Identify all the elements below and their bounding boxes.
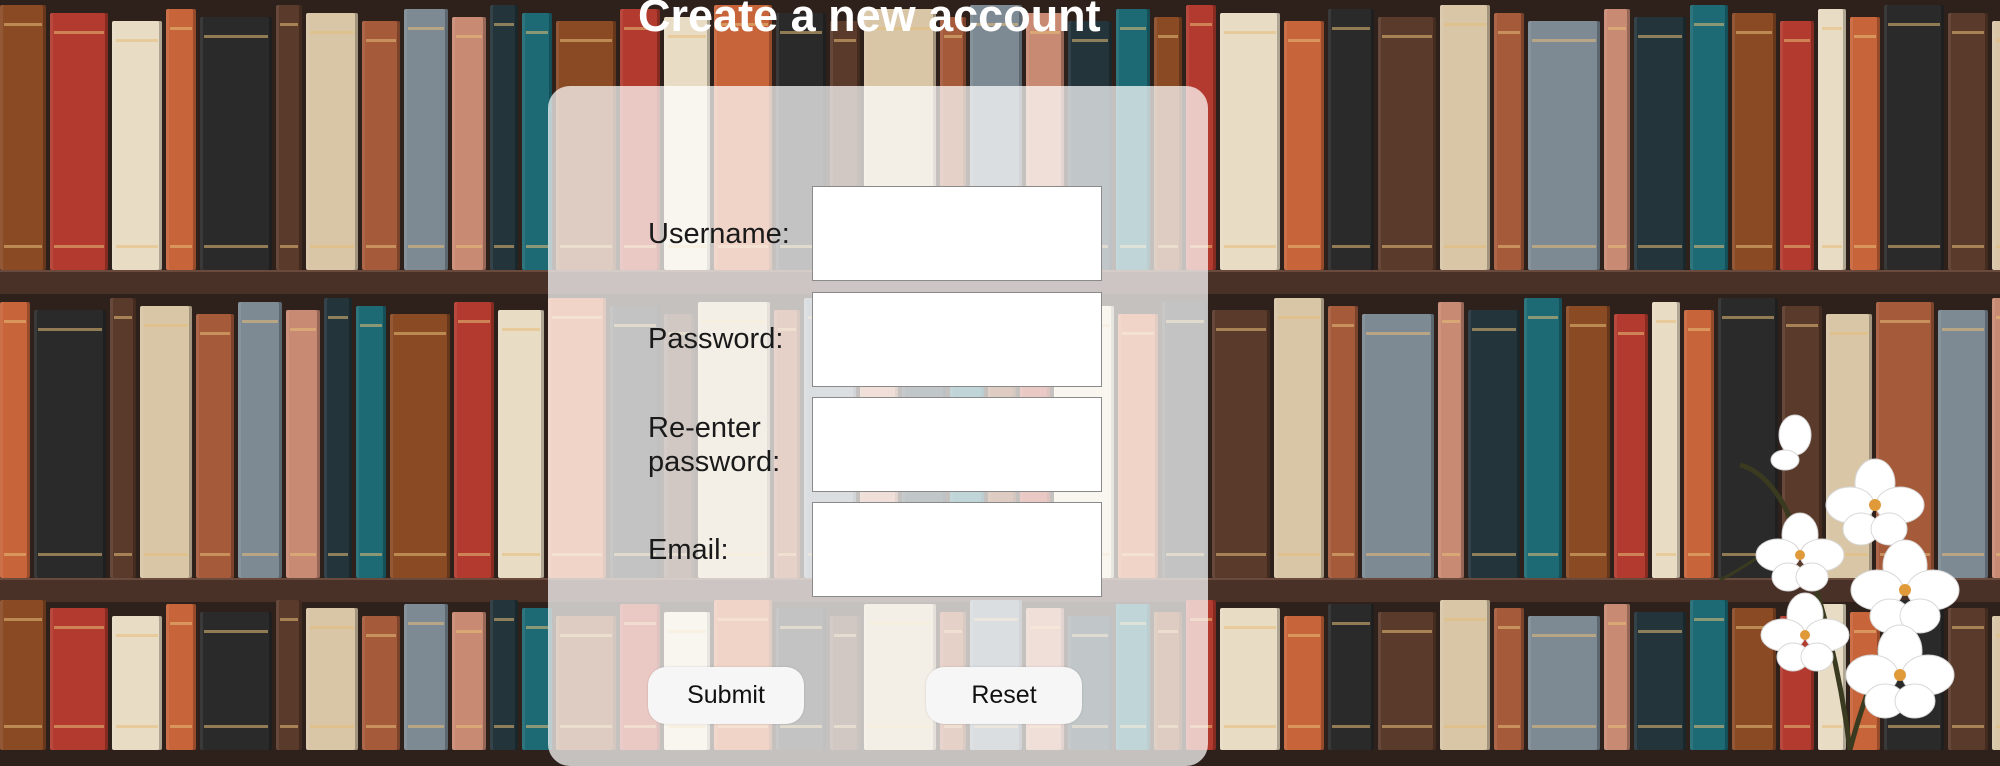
page-title: Create a new account bbox=[638, 0, 1101, 41]
reset-button[interactable]: Reset bbox=[926, 667, 1082, 724]
book-spine bbox=[1780, 21, 1814, 270]
book-spine bbox=[0, 5, 46, 270]
book-spine bbox=[276, 600, 302, 750]
book-spine bbox=[452, 17, 486, 270]
book-spine bbox=[200, 17, 272, 270]
book-spine bbox=[324, 298, 352, 578]
password-row: Password: bbox=[648, 292, 1108, 388]
book-spine bbox=[490, 600, 518, 750]
book-spine bbox=[1818, 9, 1846, 270]
book-spine bbox=[140, 306, 192, 578]
book-spine bbox=[1212, 310, 1270, 578]
book-spine bbox=[1440, 600, 1490, 750]
book-spine bbox=[50, 608, 108, 750]
book-spine bbox=[356, 306, 386, 578]
book-spine bbox=[1378, 17, 1436, 270]
create-account-form: Username: Password: Re-enter password: E… bbox=[548, 86, 1208, 766]
book-spine bbox=[362, 21, 400, 270]
book-spine bbox=[1524, 298, 1562, 578]
book-spine bbox=[1440, 5, 1490, 270]
book-spine bbox=[454, 302, 494, 578]
book-spine bbox=[1614, 314, 1648, 578]
book-spine bbox=[112, 616, 162, 750]
book-spine bbox=[1528, 21, 1600, 270]
book-spine bbox=[452, 612, 486, 750]
book-spine bbox=[1604, 604, 1630, 750]
book-spine bbox=[1566, 306, 1610, 578]
book-spine bbox=[1220, 608, 1280, 750]
book-spine bbox=[1284, 616, 1324, 750]
book-spine bbox=[1652, 302, 1680, 578]
password-input[interactable] bbox=[812, 292, 1102, 387]
book-spine bbox=[166, 604, 196, 750]
book-spine bbox=[34, 310, 106, 578]
book-spine bbox=[50, 13, 108, 270]
orchid-image bbox=[1719, 414, 1960, 750]
book-spine bbox=[166, 9, 196, 270]
book-spine bbox=[1948, 13, 1988, 270]
book-spine bbox=[0, 302, 30, 578]
book-spine bbox=[404, 9, 448, 270]
book-spine bbox=[1220, 13, 1280, 270]
book-spine bbox=[1494, 13, 1524, 270]
reenter-password-label: Re-enter password: bbox=[648, 412, 781, 478]
book-spine bbox=[1884, 5, 1944, 270]
username-row: Username: bbox=[648, 186, 1108, 282]
book-spine bbox=[112, 21, 162, 270]
book-spine bbox=[1634, 17, 1686, 270]
book-spine bbox=[1850, 17, 1880, 270]
book-spine bbox=[1690, 5, 1728, 270]
book-spine bbox=[196, 314, 234, 578]
password-label: Password: bbox=[648, 323, 784, 355]
book-spine bbox=[1494, 608, 1524, 750]
book-spine bbox=[1378, 612, 1436, 750]
book-spine bbox=[1604, 9, 1630, 270]
submit-button[interactable]: Submit bbox=[648, 667, 804, 724]
book-spine bbox=[404, 604, 448, 750]
book-spine bbox=[276, 5, 302, 270]
book-spine bbox=[390, 314, 450, 578]
username-label: Username: bbox=[648, 218, 790, 250]
book-spine bbox=[490, 5, 518, 270]
email-input[interactable] bbox=[812, 502, 1102, 597]
book-spine bbox=[306, 608, 358, 750]
book-spine bbox=[1328, 604, 1374, 750]
book-spine bbox=[1362, 314, 1434, 578]
book-spine bbox=[286, 310, 320, 578]
book-spine bbox=[1732, 13, 1776, 270]
book-spine bbox=[238, 302, 282, 578]
book-spine bbox=[110, 298, 136, 578]
book-spine bbox=[1468, 310, 1520, 578]
book-spine bbox=[1992, 21, 2000, 270]
book-spine bbox=[306, 13, 358, 270]
book-spine bbox=[0, 600, 46, 750]
book-spine bbox=[1528, 616, 1600, 750]
book-spine bbox=[1274, 298, 1324, 578]
reenter-password-row: Re-enter password: bbox=[648, 397, 1108, 493]
book-spine bbox=[1328, 9, 1374, 270]
book-spine bbox=[362, 616, 400, 750]
book-spine bbox=[1328, 306, 1358, 578]
reenter-password-input[interactable] bbox=[812, 397, 1102, 492]
book-spine bbox=[1438, 302, 1464, 578]
book-spine bbox=[1634, 612, 1686, 750]
book-spine bbox=[1284, 21, 1324, 270]
email-row: Email: bbox=[648, 502, 1108, 598]
username-input[interactable] bbox=[812, 186, 1102, 281]
email-label: Email: bbox=[648, 534, 729, 566]
book-spine bbox=[200, 612, 272, 750]
book-spine bbox=[498, 310, 544, 578]
